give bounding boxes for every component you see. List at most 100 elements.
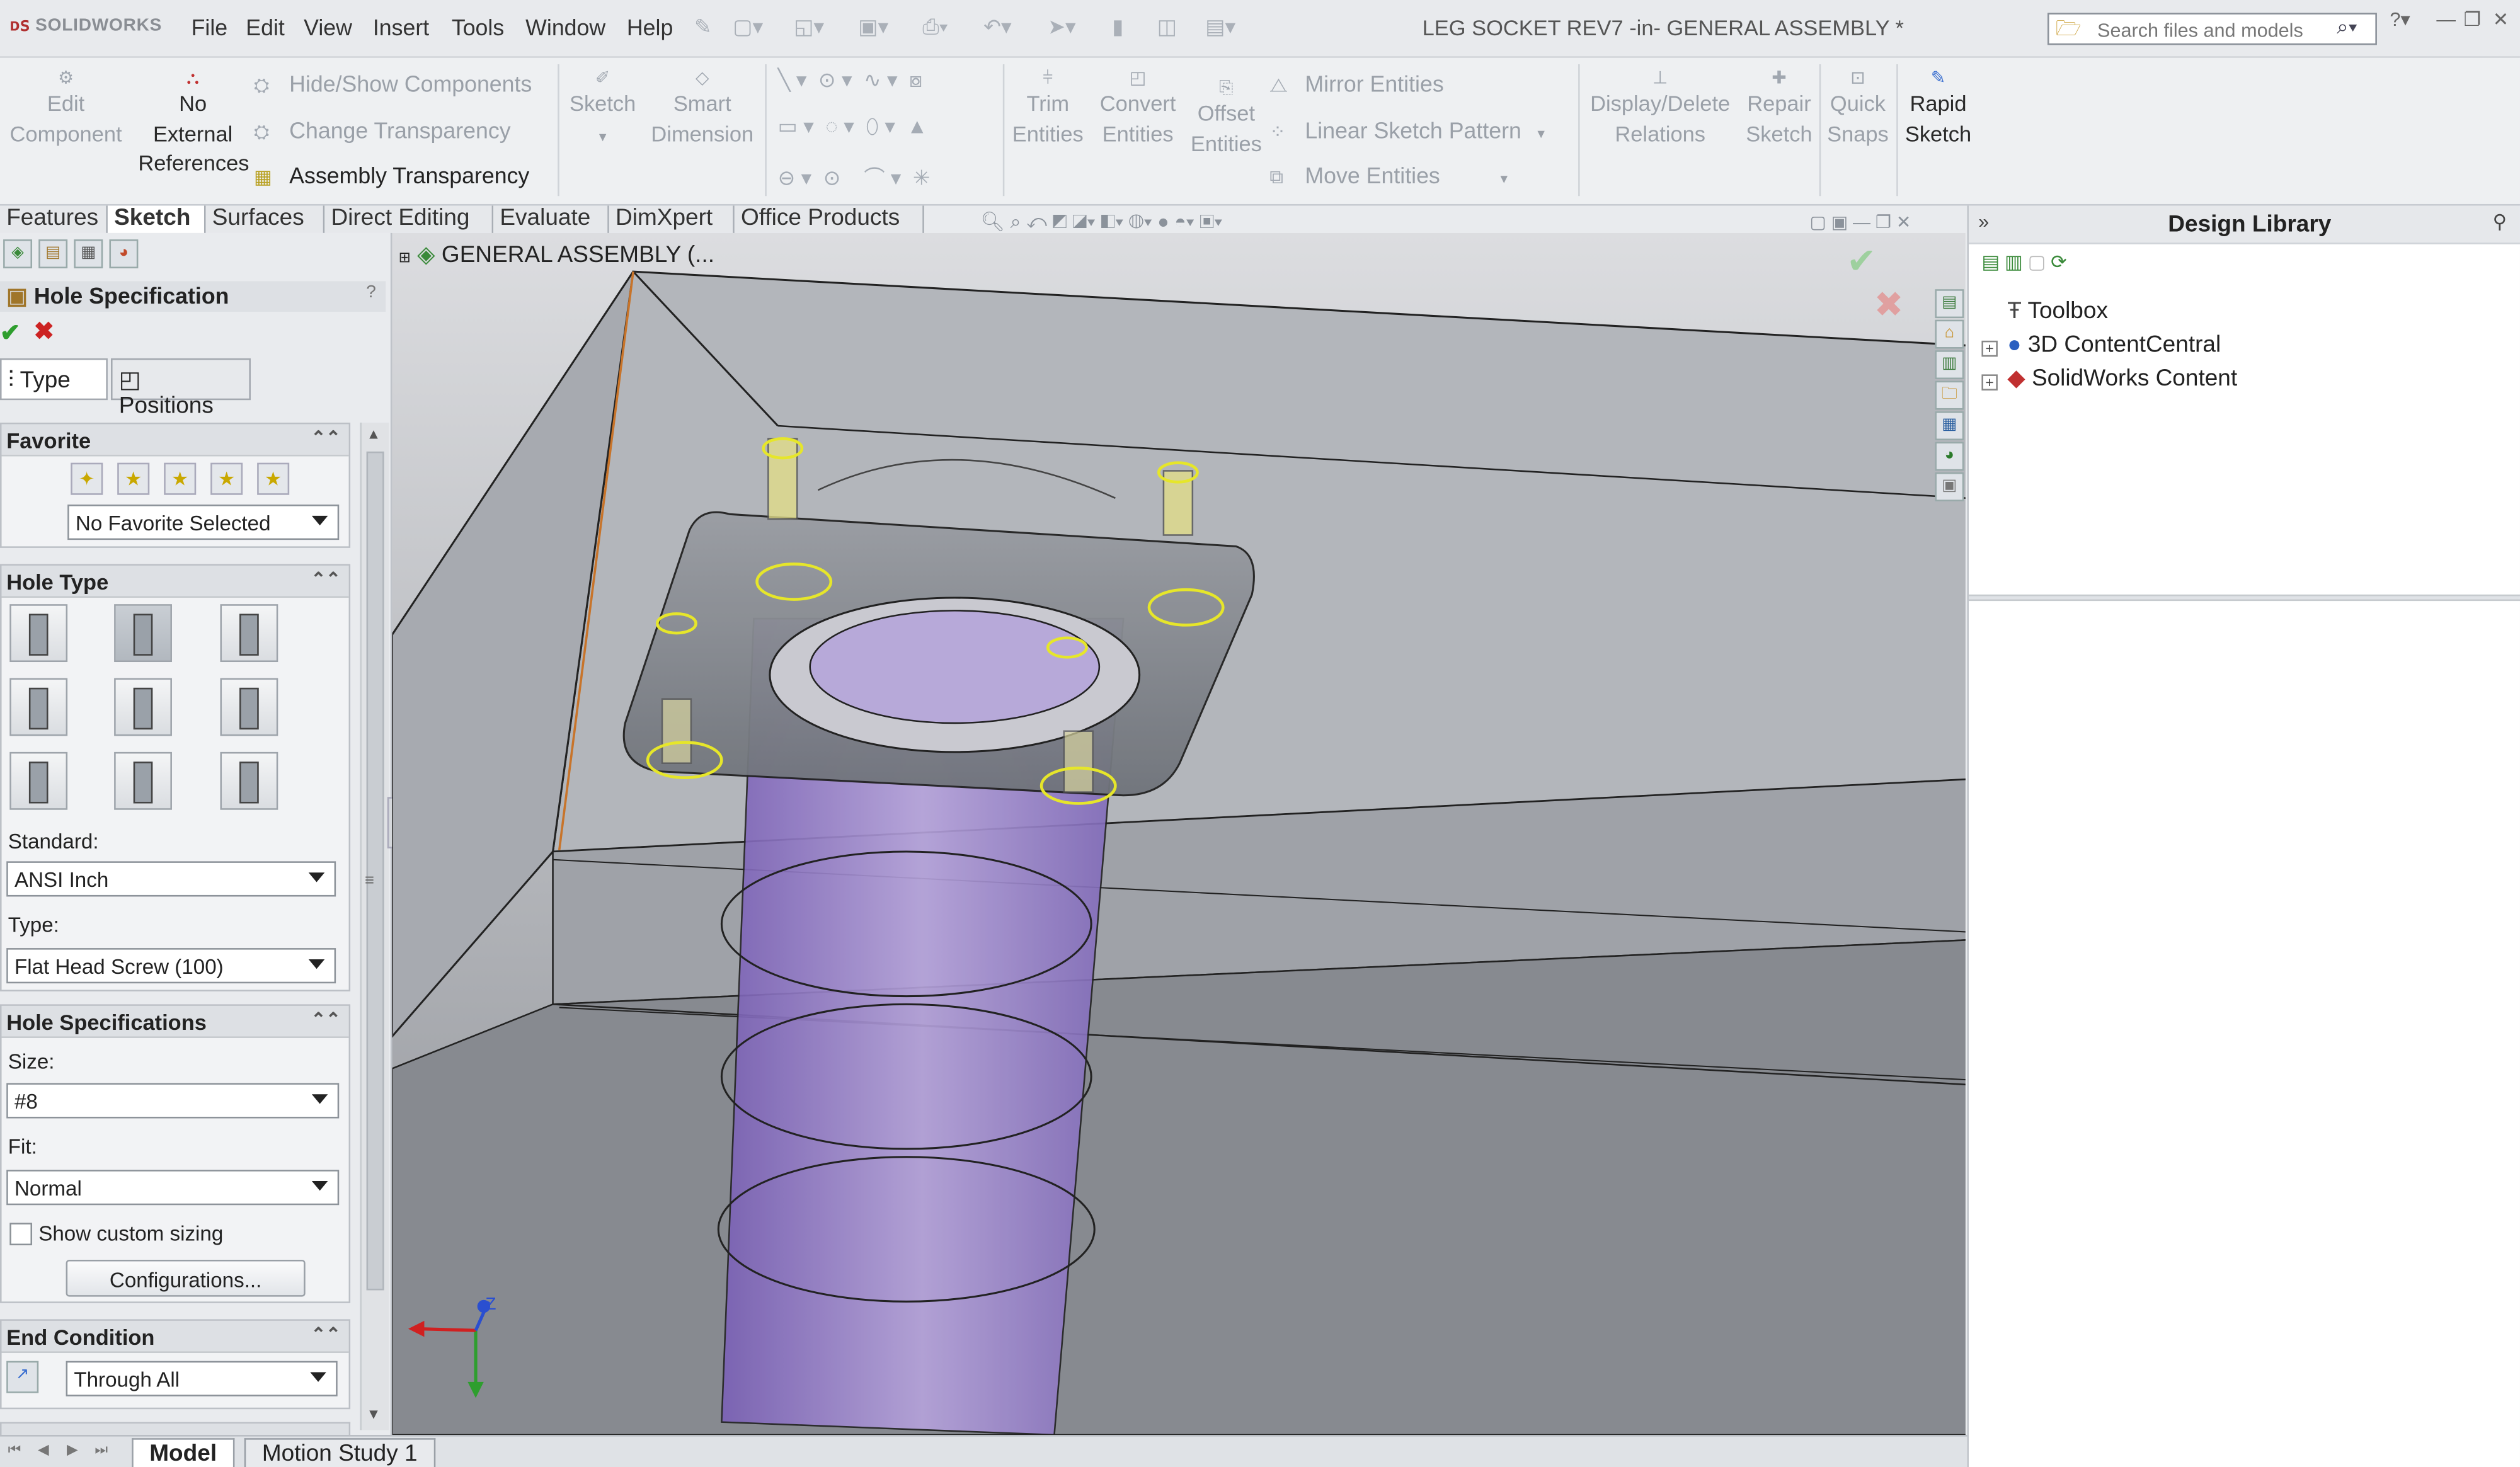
- tab-positions[interactable]: ◰ Positions: [111, 358, 251, 420]
- change-transparency-button[interactable]: ⛭ Change Transparency: [254, 117, 511, 144]
- menu-insert[interactable]: Insert: [373, 14, 429, 40]
- view-orientation-icon[interactable]: ◪▾: [1072, 210, 1095, 233]
- display-style-icon[interactable]: ◧▾: [1101, 210, 1123, 233]
- tab-features[interactable]: Features: [0, 205, 108, 233]
- section-view-icon[interactable]: ◩: [1052, 210, 1067, 233]
- counterbore-hole-button[interactable]: [9, 604, 68, 663]
- minimize-icon[interactable]: —: [2436, 8, 2456, 31]
- size-select[interactable]: #8: [6, 1083, 340, 1119]
- end-condition-select[interactable]: Through All: [66, 1361, 338, 1396]
- sketch-entities-row-2[interactable]: ▭ ▾ ◌ ▾ ⬯ ▾ ▲: [778, 114, 928, 140]
- tab-surfaces[interactable]: Surfaces: [205, 205, 325, 233]
- menu-help[interactable]: Help: [627, 14, 673, 40]
- custom-properties-icon[interactable]: ▣: [1935, 472, 1964, 501]
- print-icon[interactable]: ⎙▾: [922, 14, 948, 40]
- menu-tools[interactable]: Tools: [452, 14, 504, 40]
- quick-snaps-button[interactable]: ⊡ Quick Snaps: [1823, 67, 1893, 149]
- file-explorer-icon[interactable]: 🗀: [1935, 380, 1964, 410]
- custom-sizing-checkbox[interactable]: [9, 1223, 33, 1246]
- type-select[interactable]: Flat Head Screw (100): [6, 948, 336, 984]
- prev-tab-icon[interactable]: ◀: [32, 1441, 55, 1464]
- collapse-pane-icon[interactable]: »: [1978, 210, 1989, 233]
- sketch-entities-row-3[interactable]: ⊖ ▾ ⊙ ⌒ ▾ ✳: [778, 161, 931, 191]
- save-icon[interactable]: ▣▾: [858, 14, 888, 40]
- fit-select[interactable]: Normal: [6, 1170, 340, 1206]
- display-manager-icon[interactable]: ◕: [109, 239, 139, 269]
- repair-sketch-button[interactable]: ✚ Repair Sketch: [1742, 67, 1816, 149]
- add-file-location-icon[interactable]: ▥: [2005, 251, 2028, 273]
- add-favorite-icon[interactable]: ★: [117, 462, 150, 495]
- feature-tree-flyout[interactable]: ⊞ ◈ GENERAL ASSEMBLY (...: [399, 243, 714, 268]
- counterbore-slot-button[interactable]: [9, 751, 68, 810]
- pipe-tap-button[interactable]: [114, 678, 172, 736]
- rebuild-icon[interactable]: ▮: [1112, 14, 1123, 40]
- expand-icon[interactable]: +: [1981, 374, 1998, 391]
- trim-entities-button[interactable]: ⫩ Trim Entities: [1009, 67, 1086, 149]
- zoom-to-fit-icon[interactable]: 🔍︎: [980, 210, 1005, 233]
- favorite-select[interactable]: No Favorite Selected: [67, 505, 340, 540]
- viewport-window-controls[interactable]: ▢ ▣ — ❐ ✕: [1809, 212, 1911, 233]
- help-icon[interactable]: ?: [366, 283, 376, 302]
- ok-button[interactable]: ✔: [0, 318, 20, 347]
- next-tab-icon[interactable]: ▶: [61, 1441, 84, 1464]
- select-icon[interactable]: ➤▾: [1048, 14, 1075, 40]
- scene-icon[interactable]: ◓▾: [1174, 210, 1194, 233]
- standard-select[interactable]: ANSI Inch: [6, 861, 336, 897]
- load-favorite-icon[interactable]: ★: [257, 462, 290, 495]
- feature-manager-icon[interactable]: ◈: [3, 239, 33, 269]
- scroll-down-icon[interactable]: ▼: [367, 1406, 381, 1422]
- expand-icon[interactable]: +: [1981, 340, 1998, 357]
- file-properties-icon[interactable]: ◫: [1157, 14, 1177, 40]
- offset-entities-button[interactable]: ⎘ Offset Entities: [1186, 77, 1267, 159]
- property-manager-scrollbar[interactable]: ▲ ≡ ▼: [360, 422, 389, 1430]
- design-library-icon[interactable]: ▥: [1935, 350, 1964, 380]
- grip-icon[interactable]: ≡: [365, 872, 374, 890]
- edit-component-button[interactable]: ⚙ Edit Component: [6, 67, 125, 149]
- move-entities-button[interactable]: ⧉ Move Entities ▾: [1269, 163, 1508, 190]
- pane-splitter[interactable]: [1968, 594, 2520, 602]
- appearance-icon[interactable]: ●: [1157, 210, 1169, 233]
- open-icon[interactable]: ◱▾: [794, 14, 824, 40]
- heads-up-view-toolbar[interactable]: 🔍︎ ⌕ ↶ ◩ ◪▾ ◧▾ ◍▾ ● ◓▾ ▣▾: [980, 210, 1398, 236]
- favorite-header[interactable]: Favorite ⌃⌃: [1, 424, 349, 457]
- menu-edit[interactable]: Edit: [246, 14, 285, 40]
- legacy-hole-button[interactable]: [220, 678, 278, 736]
- linear-sketch-pattern-button[interactable]: ⁘ Linear Sketch Pattern ▾: [1269, 117, 1545, 143]
- scroll-up-icon[interactable]: ▲: [367, 426, 381, 442]
- menu-view[interactable]: View: [304, 14, 352, 40]
- resources-icon[interactable]: ▤: [1935, 289, 1964, 319]
- convert-entities-button[interactable]: ◰ Convert Entities: [1093, 67, 1183, 149]
- hide-show-items-icon[interactable]: ◍▾: [1129, 210, 1152, 233]
- delete-favorite-icon[interactable]: ★: [164, 462, 197, 495]
- no-external-references-button[interactable]: ⛬ No External References: [138, 67, 249, 179]
- tab-direct-editing[interactable]: Direct Editing: [324, 205, 494, 233]
- library-item-toolbox[interactable]: Ŧ Toolbox: [2007, 299, 2108, 324]
- last-tab-icon[interactable]: ⏭: [90, 1441, 113, 1464]
- apply-defaults-icon[interactable]: ✦: [71, 462, 103, 495]
- mirror-entities-button[interactable]: ⧍ Mirror Entities: [1269, 71, 1443, 98]
- help-icon[interactable]: ?▾: [2390, 8, 2410, 31]
- appearances-icon[interactable]: ◕: [1935, 442, 1964, 471]
- view-settings-icon[interactable]: ▣▾: [1200, 210, 1222, 233]
- slot-button[interactable]: [220, 751, 278, 810]
- graphics-viewport[interactable]: Z ✔ ✖: [392, 232, 1966, 1436]
- rapid-sketch-button[interactable]: ✎ Rapid Sketch: [1899, 67, 1976, 149]
- restore-icon[interactable]: ❐: [2464, 8, 2481, 31]
- countersink-slot-button[interactable]: [114, 751, 172, 810]
- tab-office-products[interactable]: Office Products: [734, 205, 924, 233]
- collapse-icon[interactable]: ⌃⌃: [311, 569, 341, 590]
- pin-icon[interactable]: ✎: [694, 14, 712, 40]
- tab-motion-study-1[interactable]: Motion Study 1: [244, 1438, 435, 1467]
- collapse-icon[interactable]: ⌃⌃: [311, 1324, 341, 1345]
- menu-file[interactable]: File: [192, 14, 228, 40]
- property-manager-icon[interactable]: ▤: [38, 239, 68, 269]
- library-item-3d-contentcentral[interactable]: ● 3D ContentCentral: [2007, 333, 2221, 358]
- collapse-icon[interactable]: ⌃⌃: [311, 1009, 341, 1030]
- undo-icon[interactable]: ↶▾: [983, 14, 1011, 40]
- search-icon[interactable]: ⌕▾: [2337, 14, 2357, 40]
- refresh-icon[interactable]: ⟳: [2051, 251, 2071, 273]
- zoom-area-icon[interactable]: ⌕: [1011, 210, 1021, 233]
- confirm-corner-cancel-icon[interactable]: ✖: [1874, 285, 1903, 326]
- previous-view-icon[interactable]: ↶: [1026, 210, 1047, 233]
- tab-model[interactable]: Model: [132, 1438, 235, 1467]
